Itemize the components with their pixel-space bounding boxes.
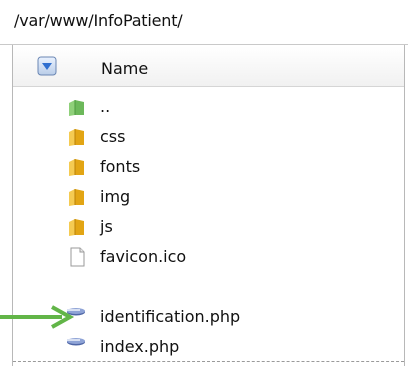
folder-icon: [69, 129, 84, 146]
file-row-label: index.php: [100, 337, 180, 356]
column-header-name[interactable]: Name: [13, 46, 404, 87]
php-file-icon: [67, 338, 85, 346]
file-icon: [70, 247, 85, 267]
panel-right-border: [404, 45, 405, 366]
path-bar[interactable]: /var/www/InfoPatient/: [0, 0, 408, 45]
file-row-label: js: [100, 217, 113, 236]
file-row-css[interactable]: css: [13, 122, 404, 152]
file-row-js[interactable]: js: [13, 212, 404, 242]
path-text: /var/www/InfoPatient/: [14, 11, 183, 30]
file-row-label: identification.php: [100, 307, 241, 326]
column-header-label: Name: [101, 59, 149, 78]
file-row-fonts[interactable]: fonts: [13, 152, 404, 182]
file-row-label: favicon.ico: [100, 247, 187, 266]
folder-icon: [69, 159, 84, 176]
file-row-label: css: [100, 127, 126, 146]
file-row-label: ..: [100, 97, 111, 116]
folder-icon: [69, 219, 84, 236]
file-row-label: img: [100, 187, 131, 206]
file-browser: /var/www/InfoPatient/ Name .. css fonts …: [0, 0, 408, 366]
file-row-label: fonts: [100, 157, 141, 176]
file-row-index[interactable]: index.php: [13, 332, 404, 362]
folder-icon: [69, 189, 84, 206]
parent-folder-icon: [69, 100, 84, 116]
arrow-right-icon: [0, 305, 75, 329]
file-row-favicon[interactable]: favicon.ico: [13, 242, 404, 272]
file-row-img[interactable]: img: [13, 182, 404, 212]
sort-down-icon[interactable]: [37, 56, 57, 76]
file-row-parent[interactable]: ..: [13, 92, 404, 122]
